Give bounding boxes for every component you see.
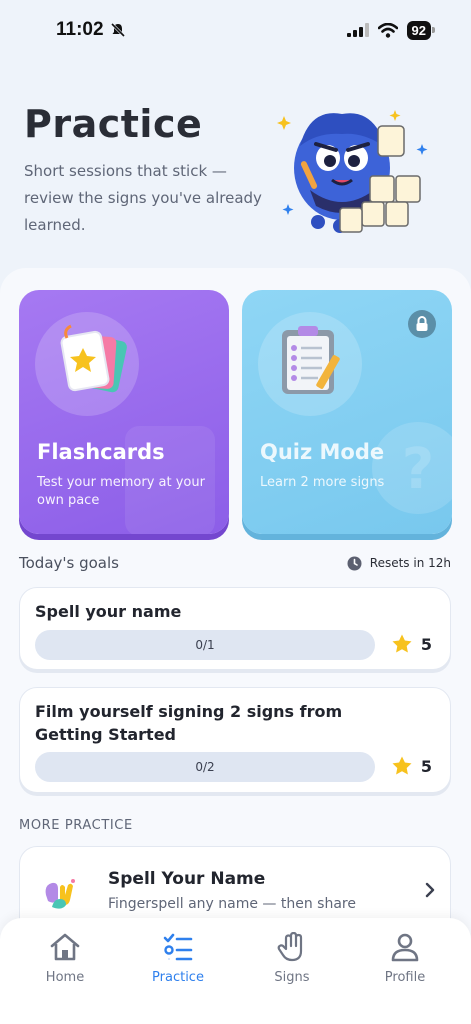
goal-card[interactable]: Spell your name 0/1 5	[19, 587, 451, 670]
goal-title: Spell your name	[35, 602, 182, 621]
hand-icon	[277, 932, 303, 962]
status-time: 11:02	[56, 19, 126, 41]
flashcards-card[interactable]: Flashcards Test your memory at your own …	[19, 290, 229, 534]
home-icon	[50, 933, 80, 961]
wifi-icon	[377, 22, 398, 38]
page-title: Practice	[24, 102, 203, 146]
star-icon	[392, 634, 412, 653]
flashcards-icon	[60, 324, 127, 393]
goal-progress-label: 0/1	[195, 638, 215, 652]
tab-label: Practice	[152, 970, 204, 985]
flashcards-title: Flashcards	[37, 440, 165, 464]
list-icon	[163, 933, 193, 961]
battery-indicator: 92	[406, 20, 436, 40]
bottom-tab-bar: Home Practice Signs Profile	[0, 918, 471, 1024]
signal-icon	[346, 23, 369, 37]
goal-reward-value: 5	[420, 634, 432, 654]
flashcards-description: Test your memory at your own pace	[37, 475, 205, 508]
goal-title: Film yourself signing 2 signs from Getti…	[35, 702, 343, 744]
hero: Practice Short sessions that stick — rev…	[0, 60, 471, 280]
quiz-mode-card[interactable]: ? Quiz Mode Learn 2 more signs	[242, 290, 452, 534]
clock-icon	[347, 556, 362, 570]
fingerspell-hands-icon	[45, 879, 75, 909]
practice-item-description: Fingerspell any name — then share	[108, 896, 356, 912]
tab-home[interactable]: Home	[15, 932, 115, 985]
goal-reward: 5	[391, 633, 432, 655]
question-watermark-icon: ?	[372, 422, 452, 514]
tab-label: Profile	[384, 970, 426, 985]
quiz-mode-description: Learn 2 more signs	[260, 475, 385, 490]
goal-progress-bar: 0/1	[35, 630, 375, 660]
page-subtitle: Short sessions that stick — review the s…	[24, 162, 262, 234]
lock-icon	[408, 310, 436, 338]
bell-muted-icon	[110, 22, 125, 38]
tab-profile[interactable]: Profile	[355, 932, 455, 985]
goals-title: Today's goals	[19, 554, 119, 572]
tab-signs[interactable]: Signs	[242, 932, 342, 985]
tab-label: Home	[45, 970, 85, 985]
quiz-clipboard-icon	[282, 326, 340, 394]
goal-reward-value: 5	[420, 756, 432, 776]
status-bar: 11:02 92	[0, 0, 471, 60]
goal-reward: 5	[391, 755, 432, 777]
tab-practice[interactable]: Practice	[128, 932, 228, 985]
reset-label: Resets in 12h	[369, 556, 451, 570]
person-icon	[391, 933, 419, 962]
star-icon	[392, 756, 412, 775]
practice-item-name: Spell Your Name	[108, 869, 266, 889]
tab-label: Signs	[274, 970, 310, 985]
goal-progress-bar: 0/2	[35, 752, 375, 782]
chevron-right-icon	[425, 882, 435, 898]
quiz-mode-title: Quiz Mode	[260, 440, 385, 464]
more-practice-title: MORE PRACTICE	[19, 818, 133, 833]
goal-progress-label: 0/2	[195, 760, 215, 774]
goal-card[interactable]: Film yourself signing 2 signs from Getti…	[19, 687, 451, 793]
goals-header: Today's goals Resets in 12h	[19, 554, 451, 572]
goals-reset: Resets in 12h	[347, 556, 451, 571]
status-indicators: 92	[346, 20, 436, 40]
mascot-illustration	[277, 110, 428, 233]
svg-text:?: ?	[402, 437, 434, 502]
